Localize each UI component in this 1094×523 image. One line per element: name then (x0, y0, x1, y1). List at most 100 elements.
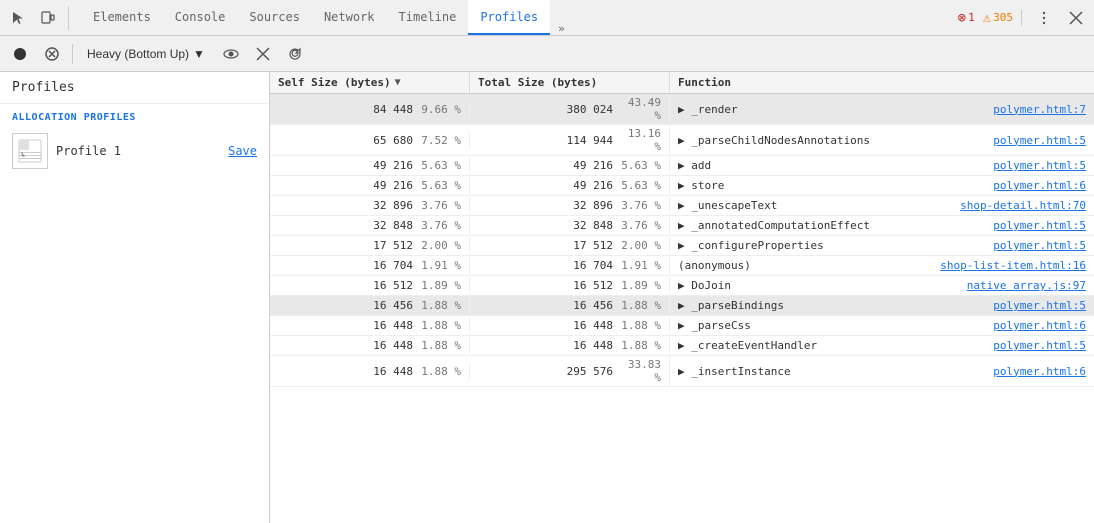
function-cell: ▶ _createEventHandler polymer.html:5 (670, 337, 1094, 354)
dropdown-arrow-icon: ▼ (193, 47, 205, 61)
total-size-cell: 32 896 3.76 % (470, 197, 670, 214)
function-cell: ▶ _parseBindings polymer.html:5 (670, 297, 1094, 314)
table-row[interactable]: 32 848 3.76 % 32 848 3.76 % ▶ _annotated… (270, 216, 1094, 236)
device-icon[interactable] (34, 4, 62, 32)
profile-label: Profile 1 (56, 144, 220, 158)
total-size-header[interactable]: Total Size (bytes) (470, 72, 670, 93)
table-row[interactable]: 65 680 7.52 % 114 944 13.16 % ▶ _parseCh… (270, 125, 1094, 156)
table-row[interactable]: 16 448 1.88 % 16 448 1.88 % ▶ _parseCss … (270, 316, 1094, 336)
function-link[interactable]: polymer.html:5 (993, 134, 1086, 147)
function-name: ▶ store (678, 179, 724, 192)
tab-profiles[interactable]: Profiles (468, 0, 550, 35)
total-size-cell: 16 512 1.89 % (470, 277, 670, 294)
tab-console[interactable]: Console (163, 0, 238, 35)
function-cell: ▶ _annotatedComputationEffect polymer.ht… (670, 217, 1094, 234)
function-cell: ▶ _configureProperties polymer.html:5 (670, 237, 1094, 254)
total-size-cell: 49 216 5.63 % (470, 177, 670, 194)
self-size-header[interactable]: Self Size (bytes) ▼ (270, 72, 470, 93)
function-link[interactable]: native array.js:97 (967, 279, 1086, 292)
function-cell: ▶ store polymer.html:6 (670, 177, 1094, 194)
function-cell: ▶ _unescapeText shop-detail.html:70 (670, 197, 1094, 214)
clear-button[interactable] (251, 42, 275, 66)
function-cell: ▶ _render polymer.html:7 (670, 101, 1094, 118)
self-size-cell: 16 512 1.89 % (270, 277, 470, 294)
function-name: ▶ _parseCss (678, 319, 751, 332)
function-link[interactable]: polymer.html:5 (993, 159, 1086, 172)
function-name: ▶ add (678, 159, 711, 172)
table-row[interactable]: 16 704 1.91 % 16 704 1.91 % (anonymous) … (270, 256, 1094, 276)
total-size-cell: 16 456 1.88 % (470, 297, 670, 314)
table-row[interactable]: 16 448 1.88 % 295 576 33.83 % ▶ _insertI… (270, 356, 1094, 387)
function-link[interactable]: polymer.html:5 (993, 339, 1086, 352)
view-mode-dropdown[interactable]: Heavy (Bottom Up) ▼ (81, 45, 211, 63)
self-size-cell: 16 448 1.88 % (270, 337, 470, 354)
function-link[interactable]: polymer.html:6 (993, 179, 1086, 192)
table-row[interactable]: 16 456 1.88 % 16 456 1.88 % ▶ _parseBind… (270, 296, 1094, 316)
total-size-cell: 16 448 1.88 % (470, 337, 670, 354)
record-button[interactable] (8, 42, 32, 66)
data-panel: Self Size (bytes) ▼ Total Size (bytes) F… (270, 72, 1094, 523)
refresh-button[interactable] (283, 42, 307, 66)
tab-timeline[interactable]: Timeline (387, 0, 469, 35)
self-size-cell: 16 456 1.88 % (270, 297, 470, 314)
save-button[interactable]: Save (228, 144, 257, 158)
profile-icon: % (12, 133, 48, 169)
sort-icon: ▼ (395, 77, 401, 88)
function-link[interactable]: polymer.html:5 (993, 299, 1086, 312)
function-name: ▶ _unescapeText (678, 199, 777, 212)
function-name: ▶ _parseBindings (678, 299, 784, 312)
function-link[interactable]: polymer.html:6 (993, 319, 1086, 332)
total-size-cell: 114 944 13.16 % (470, 125, 670, 155)
tab-sources[interactable]: Sources (237, 0, 312, 35)
eye-button[interactable] (219, 42, 243, 66)
table-row[interactable]: 49 216 5.63 % 49 216 5.63 % ▶ add polyme… (270, 156, 1094, 176)
table-row[interactable]: 49 216 5.63 % 49 216 5.63 % ▶ store poly… (270, 176, 1094, 196)
function-link[interactable]: polymer.html:7 (993, 103, 1086, 116)
function-link[interactable]: shop-list-item.html:16 (940, 259, 1086, 272)
function-name: ▶ _render (678, 103, 738, 116)
cursor-icon[interactable] (4, 4, 32, 32)
self-size-cell: 65 680 7.52 % (270, 132, 470, 149)
stop-button[interactable] (40, 42, 64, 66)
error-icon: ⊗ (958, 10, 966, 26)
self-size-cell: 16 448 1.88 % (270, 317, 470, 334)
total-size-cell: 17 512 2.00 % (470, 237, 670, 254)
total-size-cell: 16 448 1.88 % (470, 317, 670, 334)
profile-1-item[interactable]: % Profile 1 Save (0, 127, 269, 175)
function-cell: ▶ _insertInstance polymer.html:6 (670, 363, 1094, 380)
more-button[interactable] (1030, 4, 1058, 32)
function-name: ▶ _createEventHandler (678, 339, 817, 352)
function-cell: ▶ DoJoin native array.js:97 (670, 277, 1094, 294)
self-size-cell: 32 848 3.76 % (270, 217, 470, 234)
profiles-header: Profiles (0, 72, 269, 104)
function-header[interactable]: Function (670, 72, 1094, 93)
table-row[interactable]: 84 448 9.66 % 380 024 43.49 % ▶ _render … (270, 94, 1094, 125)
function-link[interactable]: polymer.html:6 (993, 365, 1086, 378)
function-name: ▶ _configureProperties (678, 239, 824, 252)
close-button[interactable] (1062, 4, 1090, 32)
total-size-cell: 32 848 3.76 % (470, 217, 670, 234)
self-size-cell: 49 216 5.63 % (270, 177, 470, 194)
function-link[interactable]: polymer.html:5 (993, 219, 1086, 232)
total-size-cell: 49 216 5.63 % (470, 157, 670, 174)
table-row[interactable]: 16 448 1.88 % 16 448 1.88 % ▶ _createEve… (270, 336, 1094, 356)
self-size-cell: 17 512 2.00 % (270, 237, 470, 254)
total-size-cell: 16 704 1.91 % (470, 257, 670, 274)
table-row[interactable]: 17 512 2.00 % 17 512 2.00 % ▶ _configure… (270, 236, 1094, 256)
allocation-profiles-title: ALLOCATION PROFILES (0, 104, 269, 127)
tab-elements[interactable]: Elements (81, 0, 163, 35)
total-size-cell: 380 024 43.49 % (470, 94, 670, 124)
self-size-cell: 16 448 1.88 % (270, 363, 470, 380)
tab-overflow[interactable]: » (550, 22, 573, 35)
function-name: ▶ _insertInstance (678, 365, 791, 378)
total-size-cell: 295 576 33.83 % (470, 356, 670, 386)
function-cell: ▶ _parseChildNodesAnnotations polymer.ht… (670, 132, 1094, 149)
self-size-cell: 49 216 5.63 % (270, 157, 470, 174)
tab-network[interactable]: Network (312, 0, 387, 35)
function-cell: ▶ add polymer.html:5 (670, 157, 1094, 174)
function-link[interactable]: polymer.html:5 (993, 239, 1086, 252)
table-row[interactable]: 16 512 1.89 % 16 512 1.89 % ▶ DoJoin nat… (270, 276, 1094, 296)
function-link[interactable]: shop-detail.html:70 (960, 199, 1086, 212)
self-size-cell: 84 448 9.66 % (270, 101, 470, 118)
table-row[interactable]: 32 896 3.76 % 32 896 3.76 % ▶ _unescapeT… (270, 196, 1094, 216)
